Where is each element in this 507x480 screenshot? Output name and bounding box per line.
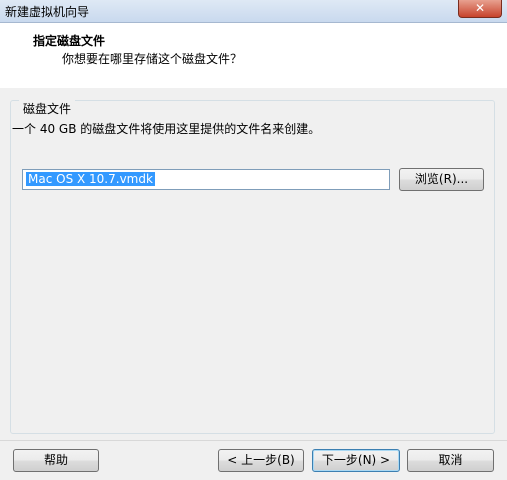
disk-file-name-input[interactable]: Mac OS X 10.7.vmdk <box>22 169 390 190</box>
watermark-decoration <box>210 392 490 436</box>
group-legend: 磁盘文件 <box>19 100 76 117</box>
bottom-divider <box>0 440 507 441</box>
wizard-header: 指定磁盘文件 你想要在哪里存储这个磁盘文件？ <box>0 23 507 88</box>
disk-file-group: 磁盘文件 <box>10 100 495 434</box>
page-subtitle: 你想要在哪里存储这个磁盘文件？ <box>62 52 243 66</box>
header-divider <box>0 87 507 88</box>
close-button[interactable]: ✕ <box>458 0 502 18</box>
browse-button[interactable]: 浏览(R)... <box>399 168 484 191</box>
next-button[interactable]: 下一步(N) > <box>312 449 400 472</box>
window-title: 新建虚拟机向导 <box>5 5 90 19</box>
title-bar: 新建虚拟机向导 ✕ <box>0 0 507 23</box>
close-icon: ✕ <box>474 1 486 15</box>
help-button[interactable]: 帮助 <box>13 449 99 472</box>
selected-text: Mac OS X 10.7.vmdk <box>26 172 155 186</box>
cancel-button[interactable]: 取消 <box>407 449 494 472</box>
page-title: 指定磁盘文件 <box>33 34 106 48</box>
back-button[interactable]: < 上一步(B) <box>218 449 304 472</box>
group-description: 一个 40 GB 的磁盘文件将使用这里提供的文件名来创建。 <box>12 122 321 136</box>
